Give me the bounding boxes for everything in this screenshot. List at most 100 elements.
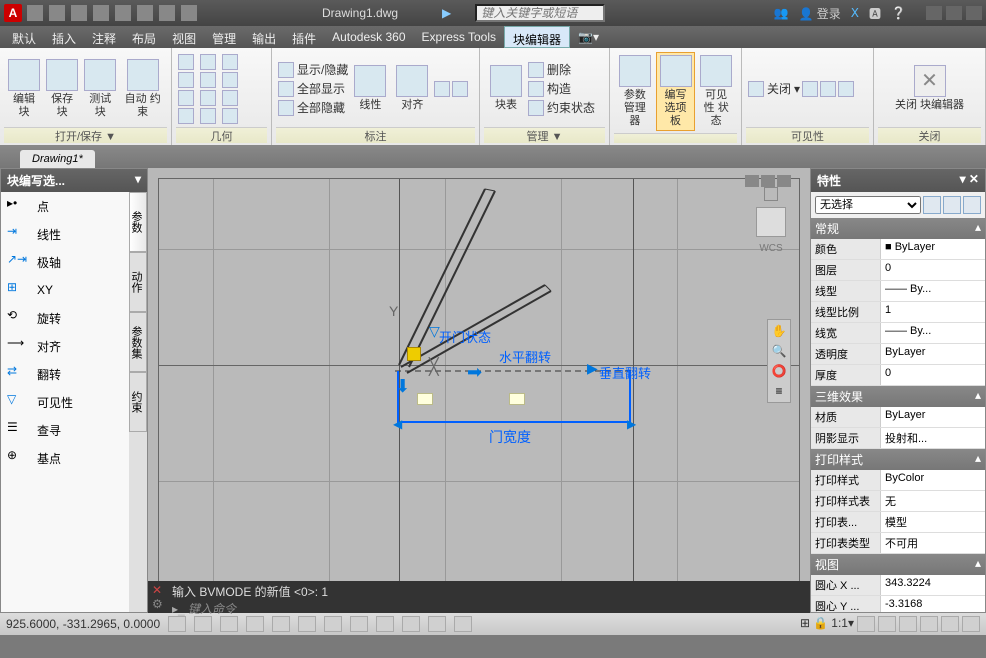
qat-redo-icon[interactable] xyxy=(181,5,197,21)
prop-row[interactable]: 打印表...模型 xyxy=(811,512,985,533)
hardware-accel-icon[interactable] xyxy=(920,616,938,632)
geom-constraint-icon[interactable] xyxy=(222,72,238,88)
cleanscreen-icon[interactable] xyxy=(962,616,980,632)
geom-constraint-icon[interactable] xyxy=(178,90,194,106)
navbar-orbit-icon[interactable]: ⭕ xyxy=(772,364,787,378)
param-manager-button[interactable]: 参数 管理器 xyxy=(616,53,654,130)
prop-row[interactable]: 阴影显示投射和... xyxy=(811,428,985,449)
viewcube-home-icon[interactable] xyxy=(764,187,778,201)
action-glyph-icon[interactable] xyxy=(407,347,421,361)
param-basepoint[interactable]: ⊕基点 xyxy=(1,444,129,472)
action-icon[interactable] xyxy=(509,393,525,405)
param-linear[interactable]: ⇥线性 xyxy=(1,220,129,248)
vis-icon[interactable] xyxy=(838,81,854,97)
tab-output[interactable]: 输出 xyxy=(244,26,284,48)
canvas-close-icon[interactable] xyxy=(777,175,791,187)
prop-row[interactable]: 透明度ByLayer xyxy=(811,344,985,365)
palette-tab-parameters[interactable]: 参数 xyxy=(129,192,147,252)
tab-blockeditor[interactable]: 块编辑器 xyxy=(504,26,570,48)
show-hide-button[interactable]: 显示/隐藏 xyxy=(278,61,348,78)
action-icon[interactable] xyxy=(417,393,433,405)
search-input[interactable] xyxy=(475,4,605,22)
qat-cloud-icon[interactable] xyxy=(115,5,131,21)
tab-insert[interactable]: 插入 xyxy=(44,26,84,48)
command-line[interactable]: 输入 BVMODE 的新值 <0>: 1 ▸_ 键入命令 ✕ ⚙ xyxy=(148,581,810,613)
tab-express[interactable]: Express Tools xyxy=(414,26,504,48)
visibility-grip-icon[interactable]: ▽ xyxy=(429,323,440,340)
coordinates[interactable]: 925.6000, -331.2965, 0.0000 xyxy=(6,617,160,631)
flip-arrow-icon[interactable]: ➡ xyxy=(467,362,482,383)
qat-undo-icon[interactable] xyxy=(159,5,175,21)
tpy-toggle-icon[interactable] xyxy=(376,616,394,632)
tab-a360[interactable]: Autodesk 360 xyxy=(324,26,413,48)
geom-constraint-icon[interactable] xyxy=(200,72,216,88)
prop-row[interactable]: 图层0 xyxy=(811,260,985,281)
snap-toggle-icon[interactable] xyxy=(168,616,186,632)
prop-section-header[interactable]: 三维效果▴ xyxy=(811,386,985,407)
geom-constraint-icon[interactable] xyxy=(178,54,194,70)
constraint-status-button[interactable]: 约束状态 xyxy=(528,99,595,116)
qat-open-icon[interactable] xyxy=(49,5,65,21)
polar-toggle-icon[interactable] xyxy=(246,616,264,632)
geom-constraint-icon[interactable] xyxy=(200,108,216,124)
navbar-wheel-icon[interactable]: ≡ xyxy=(775,384,782,398)
selectobjects-icon[interactable] xyxy=(943,196,961,214)
param-xy[interactable]: ⊞XY xyxy=(1,276,129,304)
close-blockeditor-button[interactable]: ✕关闭 块编辑器 xyxy=(891,63,968,114)
vis-icon[interactable] xyxy=(802,81,818,97)
otrack-toggle-icon[interactable] xyxy=(298,616,316,632)
palette-tab-actions[interactable]: 动作 xyxy=(129,252,147,312)
palette-tab-constraints[interactable]: 约束 xyxy=(129,372,147,432)
prop-section-header[interactable]: 打印样式▴ xyxy=(811,449,985,470)
linear-grip-icon[interactable]: ◀ xyxy=(393,417,402,431)
auto-constrain-button[interactable]: 自动 约束 xyxy=(120,57,165,121)
quickselect-icon[interactable] xyxy=(923,196,941,214)
tab-view[interactable]: 视图 xyxy=(164,26,204,48)
prop-row[interactable]: 线型—— By... xyxy=(811,281,985,302)
linear-dim-button[interactable]: 线性 xyxy=(350,63,390,114)
toolbar-lock-icon[interactable] xyxy=(899,616,917,632)
cmd-config-icon[interactable]: ⚙ xyxy=(152,597,163,611)
save-block-button[interactable]: 保存 块 xyxy=(44,57,80,121)
tab-default[interactable]: 默认 xyxy=(4,26,44,48)
prop-row[interactable]: 打印样式表无 xyxy=(811,491,985,512)
ortho-toggle-icon[interactable] xyxy=(220,616,238,632)
edit-block-button[interactable]: 编辑 块 xyxy=(6,57,42,121)
tab-manage[interactable]: 管理 xyxy=(204,26,244,48)
selection-combo[interactable]: 无选择 xyxy=(815,196,921,214)
block-table-button[interactable]: 块表 xyxy=(486,63,526,114)
param-alignment[interactable]: ⟶对齐 xyxy=(1,332,129,360)
geom-constraint-icon[interactable] xyxy=(178,72,194,88)
param-polar[interactable]: ↗⇥极轴 xyxy=(1,248,129,276)
panel-manage[interactable]: 管理 ▼ xyxy=(484,127,605,143)
aligned-dim-button[interactable]: 对齐 xyxy=(392,63,432,114)
panel-open-save[interactable]: 打开/保存 ▼ xyxy=(4,127,167,143)
flip-grip-icon[interactable]: ▶ xyxy=(587,360,598,377)
am-toggle-icon[interactable] xyxy=(454,616,472,632)
annoscale-icon[interactable] xyxy=(857,616,875,632)
linear-grip-icon[interactable]: ▶ xyxy=(627,417,636,431)
viewcube[interactable] xyxy=(756,207,786,237)
prop-row[interactable]: 圆心 X ...343.3224 xyxy=(811,575,985,596)
navbar-zoom-icon[interactable]: 🔍 xyxy=(772,344,787,358)
prop-section-header[interactable]: 视图▴ xyxy=(811,554,985,575)
dim-extra-icon[interactable] xyxy=(452,81,468,97)
command-input[interactable]: 键入命令 xyxy=(188,602,236,616)
geom-constraint-icon[interactable] xyxy=(200,90,216,106)
qat-new-icon[interactable] xyxy=(27,5,43,21)
qat-saveas-icon[interactable] xyxy=(93,5,109,21)
param-visibility[interactable]: ▽可见性 xyxy=(1,388,129,416)
navbar-pan-icon[interactable]: ✋ xyxy=(772,324,787,338)
canvas-max-icon[interactable] xyxy=(761,175,775,187)
param-rotation[interactable]: ⟲旋转 xyxy=(1,304,129,332)
prop-section-header[interactable]: 常规▴ xyxy=(811,218,985,239)
prop-row[interactable]: 圆心 Y ...-3.3168 xyxy=(811,596,985,612)
restore-icon[interactable] xyxy=(946,6,962,20)
properties-header[interactable]: 特性▾ ✕ xyxy=(811,169,985,192)
tab-featured-icon[interactable]: 📷▾ xyxy=(570,26,607,48)
geom-constraint-icon[interactable] xyxy=(222,90,238,106)
document-tab[interactable]: Drawing1* xyxy=(20,150,95,168)
param-point[interactable]: ▸•点 xyxy=(1,192,129,220)
qp-toggle-icon[interactable] xyxy=(402,616,420,632)
prop-row[interactable]: 厚度0 xyxy=(811,365,985,386)
